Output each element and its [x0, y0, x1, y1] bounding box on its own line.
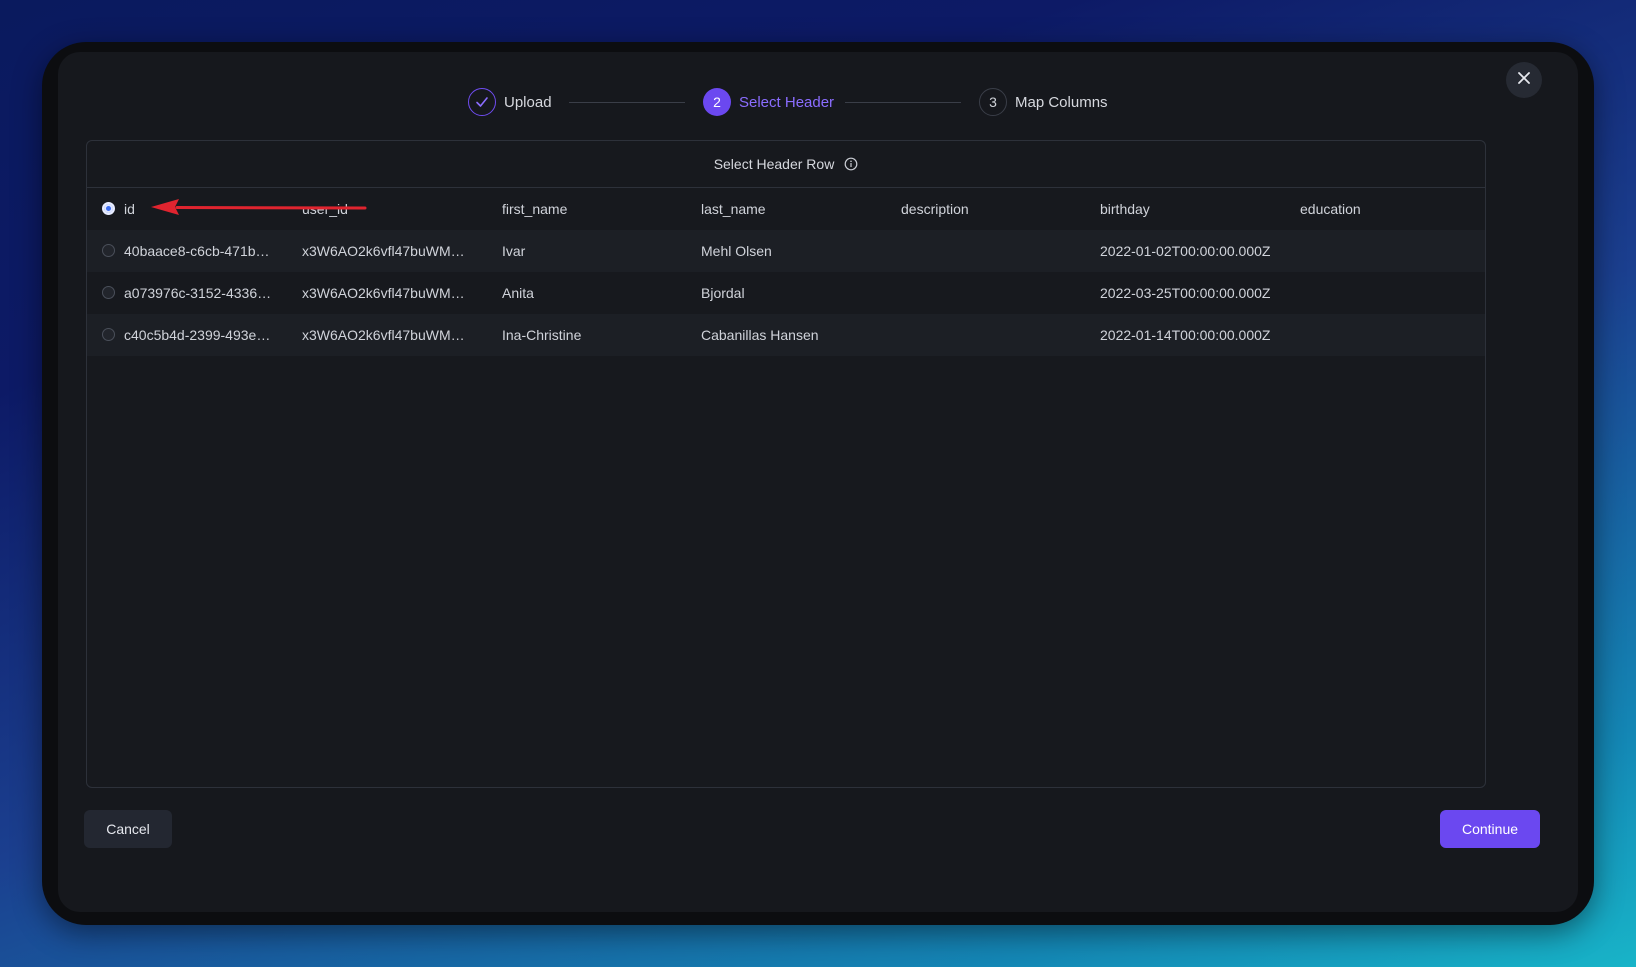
table-cell: Bjordal	[701, 285, 745, 301]
table-cell: c40c5b4d-2399-493e-…	[124, 327, 274, 343]
table-cell: Anita	[502, 285, 534, 301]
step-upload[interactable]: Upload	[468, 82, 552, 122]
table-cell: 40baace8-c6cb-471b-…	[124, 243, 274, 259]
row-radio[interactable]	[102, 328, 115, 341]
import-modal: Upload 2 Select Header 3 Map Columns Sel…	[58, 52, 1578, 912]
continue-button[interactable]: Continue	[1440, 810, 1540, 848]
table-cell	[1300, 272, 1470, 314]
annotation-arrow-icon	[151, 199, 367, 215]
table-cell: Ina-Christine	[502, 327, 582, 343]
table-cell: x3W6AO2k6vfl47buWM6…	[302, 327, 472, 343]
table-cell: first_name	[502, 201, 568, 217]
row-radio[interactable]	[102, 202, 115, 215]
stepper: Upload 2 Select Header 3 Map Columns	[58, 82, 1578, 122]
table-cell	[1300, 230, 1470, 272]
info-icon[interactable]	[844, 157, 858, 171]
table-cell: 2022-01-14T00:00:00.000Z	[1100, 327, 1271, 343]
panel-header: Select Header Row	[87, 141, 1485, 188]
table-cell: 2022-03-25T00:00:00.000Z	[1100, 285, 1271, 301]
table-cell: x3W6AO2k6vfl47buWM6…	[302, 285, 472, 301]
step-label: Select Header	[739, 93, 835, 111]
cancel-button[interactable]: Cancel	[84, 810, 172, 848]
table-cell: education	[1300, 201, 1361, 217]
step-number: 2	[703, 88, 731, 116]
table-cell: birthday	[1100, 201, 1150, 217]
table-row[interactable]: c40c5b4d-2399-493e-… x3W6AO2k6vfl47buWM6…	[87, 314, 1485, 356]
step-connector	[845, 102, 961, 103]
table-cell	[901, 272, 1071, 314]
step-map-columns[interactable]: 3 Map Columns	[979, 82, 1108, 122]
table-cell: description	[901, 201, 969, 217]
step-label: Upload	[504, 93, 552, 111]
table-cell: Mehl Olsen	[701, 243, 772, 259]
step-select-header[interactable]: 2 Select Header	[703, 82, 834, 122]
table-row[interactable]: 40baace8-c6cb-471b-… x3W6AO2k6vfl47buWM6…	[87, 230, 1485, 272]
row-radio[interactable]	[102, 244, 115, 257]
table-cell: Cabanillas Hansen	[701, 327, 819, 343]
close-button[interactable]	[1506, 62, 1542, 98]
table-cell	[1300, 314, 1470, 356]
table-cell: last_name	[701, 201, 766, 217]
table-cell: a073976c-3152-4336-…	[124, 285, 274, 301]
check-icon	[468, 88, 496, 116]
table-row[interactable]: id user_id first_name last_name descript…	[87, 188, 1485, 230]
panel-title: Select Header Row	[713, 156, 835, 172]
table-cell	[901, 230, 1071, 272]
step-connector	[569, 102, 685, 103]
step-number: 3	[979, 88, 1007, 116]
table-cell: Ivar	[502, 243, 526, 259]
table-cell: x3W6AO2k6vfl47buWM6…	[302, 243, 472, 259]
table-cell	[901, 314, 1071, 356]
header-select-panel: Select Header Row id user_id first_name …	[86, 140, 1486, 788]
row-radio[interactable]	[102, 286, 115, 299]
close-icon	[1516, 70, 1532, 91]
table-cell: 2022-01-02T00:00:00.000Z	[1100, 243, 1271, 259]
step-label: Map Columns	[1015, 93, 1108, 111]
table-row[interactable]: a073976c-3152-4336-… x3W6AO2k6vfl47buWM6…	[87, 272, 1485, 314]
